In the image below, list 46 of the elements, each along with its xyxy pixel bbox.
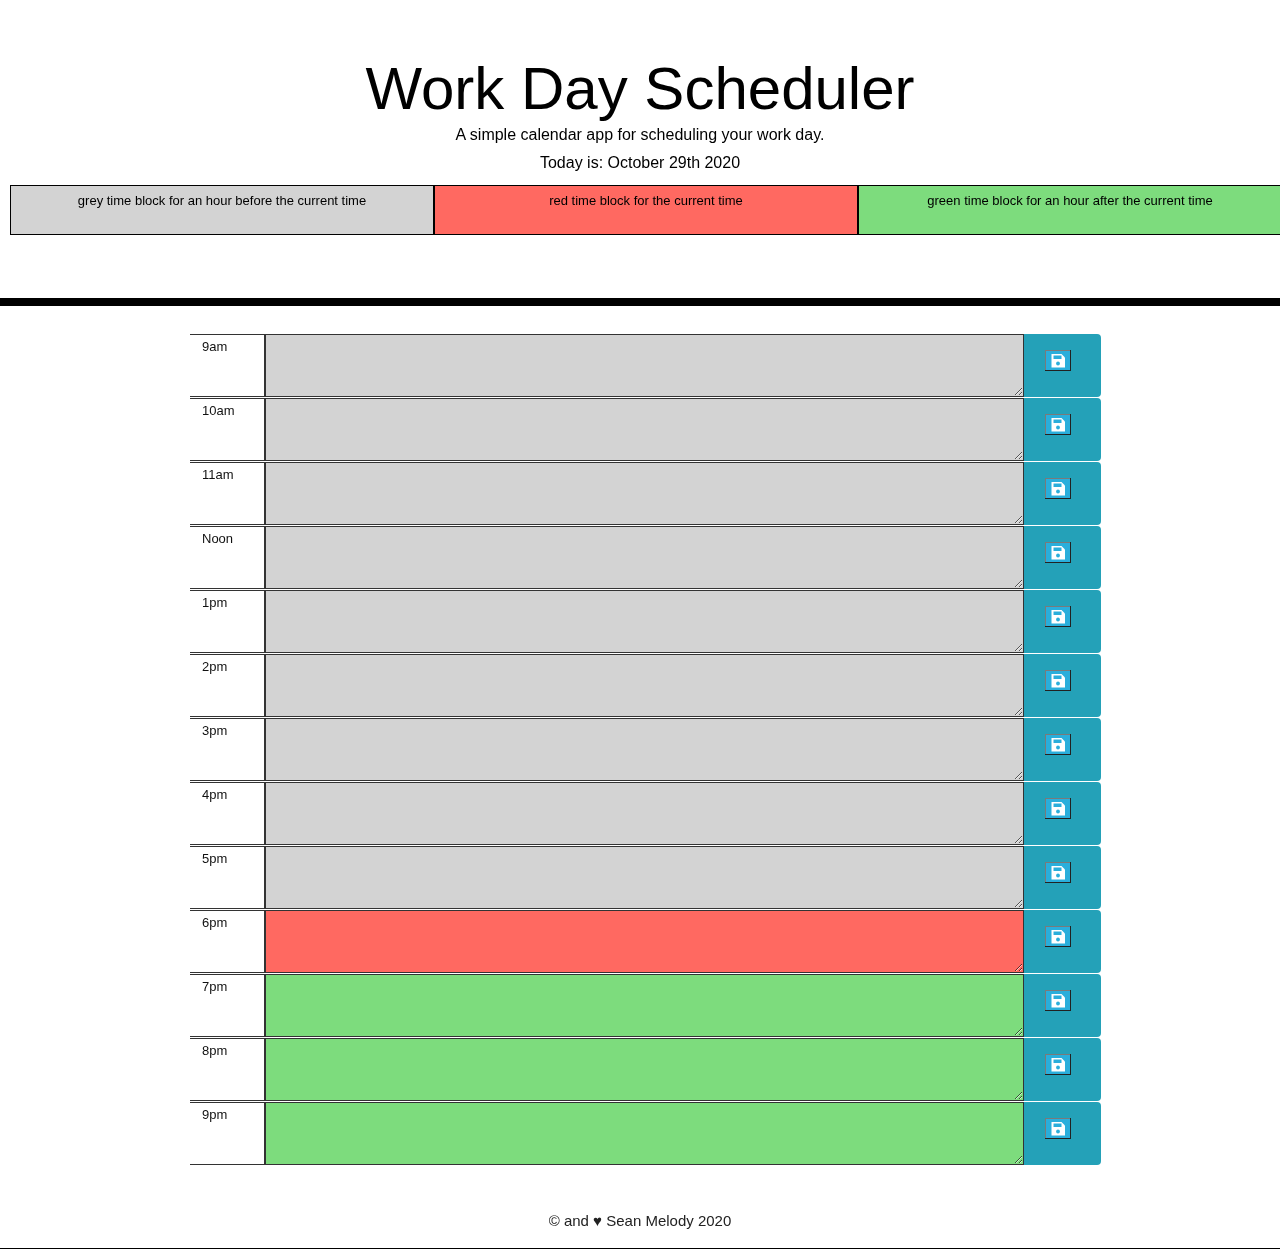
- event-textarea[interactable]: [264, 590, 1024, 653]
- floppy-disk-icon: [1045, 734, 1071, 755]
- floppy-disk-icon: [1045, 606, 1071, 627]
- save-button[interactable]: [1024, 1038, 1101, 1101]
- floppy-disk-icon: [1045, 926, 1071, 947]
- legend-item: red time block for the current time: [434, 185, 858, 235]
- event-textarea[interactable]: [264, 782, 1024, 845]
- event-textarea[interactable]: [264, 654, 1024, 717]
- event-textarea[interactable]: [264, 462, 1024, 525]
- event-textarea[interactable]: [264, 846, 1024, 909]
- floppy-disk-icon: [1045, 670, 1071, 691]
- event-textarea[interactable]: [264, 526, 1024, 589]
- floppy-disk-icon: [1045, 478, 1071, 499]
- save-button[interactable]: [1024, 462, 1101, 525]
- page-title: Work Day Scheduler: [364, 54, 916, 124]
- event-textarea[interactable]: [264, 974, 1024, 1037]
- save-button[interactable]: [1024, 398, 1101, 461]
- legend-item: grey time block for an hour before the current time: [10, 185, 434, 235]
- floppy-disk-icon: [1045, 798, 1071, 819]
- event-textarea[interactable]: [264, 398, 1024, 461]
- event-textarea[interactable]: [264, 334, 1024, 397]
- save-button[interactable]: [1024, 718, 1101, 781]
- floppy-disk-icon: [1045, 542, 1071, 563]
- page-subtitle: A simple calendar app for scheduling your work day.: [454, 125, 826, 145]
- floppy-disk-icon: [1045, 862, 1071, 883]
- legend-item: green time block for an hour after the current time: [858, 185, 1280, 235]
- footer-credit: © and ♥ Sean Melody 2020: [547, 1211, 733, 1231]
- save-button[interactable]: [1024, 910, 1101, 973]
- event-textarea[interactable]: [264, 1102, 1024, 1165]
- current-date: Today is: October 29th 2020: [538, 153, 742, 173]
- floppy-disk-icon: [1045, 1054, 1071, 1075]
- save-button[interactable]: [1024, 782, 1101, 845]
- event-textarea[interactable]: [264, 910, 1024, 973]
- save-button[interactable]: [1024, 590, 1101, 653]
- save-button[interactable]: [1024, 846, 1101, 909]
- save-button[interactable]: [1024, 526, 1101, 589]
- floppy-disk-icon: [1045, 990, 1071, 1011]
- event-textarea[interactable]: [264, 718, 1024, 781]
- save-button[interactable]: [1024, 1102, 1101, 1165]
- floppy-disk-icon: [1045, 350, 1071, 371]
- save-button[interactable]: [1024, 654, 1101, 717]
- save-button[interactable]: [1024, 334, 1101, 397]
- floppy-disk-icon: [1045, 1118, 1071, 1139]
- floppy-disk-icon: [1045, 414, 1071, 435]
- event-textarea[interactable]: [264, 1038, 1024, 1101]
- save-button[interactable]: [1024, 974, 1101, 1037]
